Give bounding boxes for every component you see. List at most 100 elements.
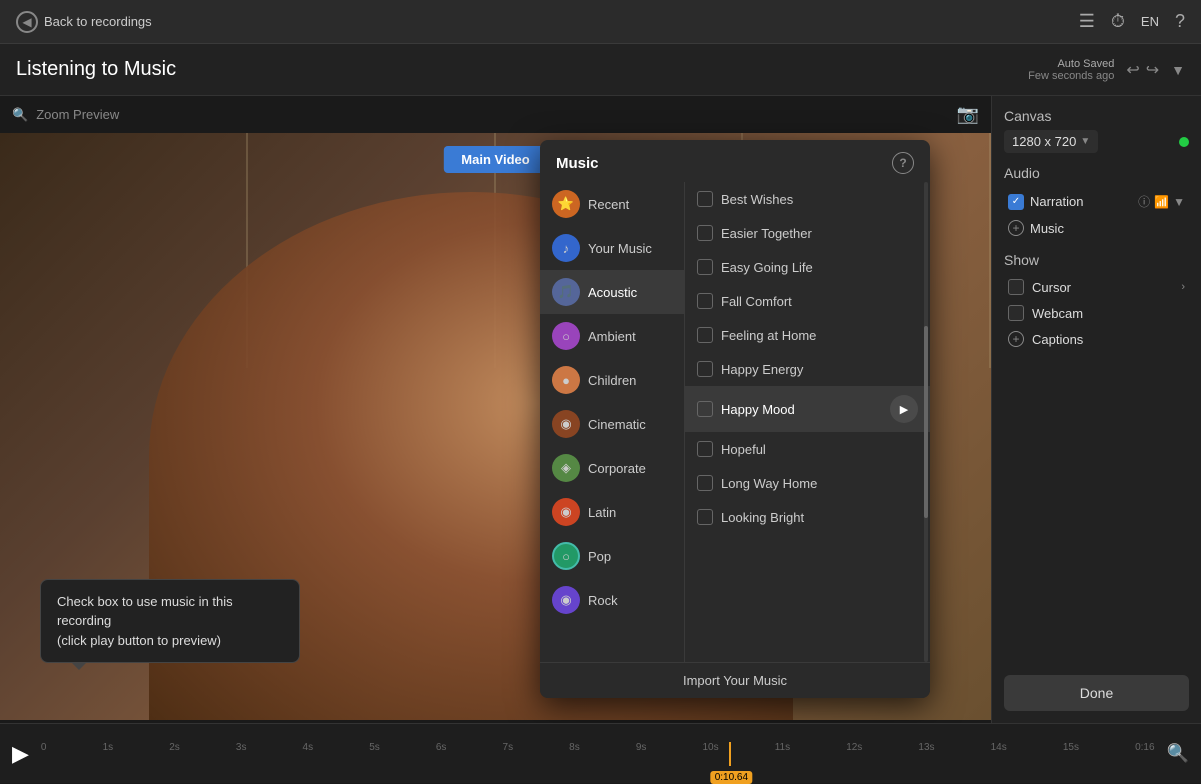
track-label-happy-mood: Happy Mood [721, 402, 795, 417]
music-columns: ⭐ Recent ♪ Your Music 🎵 Acoustic ○ Ambie… [540, 182, 930, 662]
category-item-latin[interactable]: ◉ Latin [540, 490, 684, 534]
auto-saved-subtitle: Few seconds ago [1028, 70, 1114, 82]
category-item-pop[interactable]: ○ Pop [540, 534, 684, 578]
captions-add-icon[interactable]: + [1008, 331, 1024, 347]
track-label-easy-going-life: Easy Going Life [721, 260, 813, 275]
category-item-children[interactable]: ● Children [540, 358, 684, 402]
captions-label: Captions [1032, 332, 1083, 347]
timeline-track[interactable]: 0 1s 2s 3s 4s 5s 6s 7s 8s 9s 10s 11s 12s… [41, 742, 1155, 766]
import-music-button[interactable]: Import Your Music [540, 662, 930, 698]
track-checkbox-happy-energy[interactable] [697, 361, 713, 377]
category-item-your-music[interactable]: ♪ Your Music [540, 226, 684, 270]
track-label-fall-comfort: Fall Comfort [721, 294, 792, 309]
cursor-expand-icon[interactable]: › [1181, 281, 1185, 293]
music-help-button[interactable]: ? [892, 152, 914, 174]
category-label-recent: Recent [588, 197, 629, 212]
language-button[interactable]: EN [1141, 14, 1159, 29]
timeline: ▶ 0 1s 2s 3s 4s 5s 6s 7s 8s 9s 10s 11s 1… [0, 723, 1201, 783]
music-panel-header: Music ? [540, 140, 930, 182]
audio-section: Audio ✓ Narration ⓘ 📶 ▼ + Music [1004, 165, 1189, 240]
cursor-checkbox[interactable] [1008, 279, 1024, 295]
right-panel: Canvas 1280 x 720 ▼ Audio ✓ Narration ⓘ … [991, 96, 1201, 723]
track-checkbox-hopeful[interactable] [697, 441, 713, 457]
main-video-tag: Main Video [443, 146, 547, 173]
zoom-preview-bar: 🔍 Zoom Preview 📷 [0, 96, 991, 133]
category-label-cinematic: Cinematic [588, 417, 646, 432]
children-icon: ● [552, 366, 580, 394]
canvas-section: Canvas 1280 x 720 ▼ [1004, 108, 1189, 153]
track-item-long-way-home[interactable]: Long Way Home [685, 466, 930, 500]
music-panel-title: Music [556, 155, 599, 172]
narration-audio-icon[interactable]: 📶 [1154, 195, 1169, 209]
track-item-hopeful[interactable]: Hopeful [685, 432, 930, 466]
canvas-title: Canvas [1004, 108, 1189, 124]
track-checkbox-best-wishes[interactable] [697, 191, 713, 207]
narration-icons: ⓘ 📶 ▼ [1138, 193, 1185, 210]
redo-button[interactable]: ↪ [1146, 60, 1159, 80]
narration-info-icon[interactable]: ⓘ [1138, 193, 1150, 210]
pop-icon: ○ [552, 542, 580, 570]
top-bar-right: ☰ ⏱ EN ? [1079, 11, 1185, 32]
category-item-acoustic[interactable]: 🎵 Acoustic [540, 270, 684, 314]
expand-button[interactable]: ▼ [1171, 62, 1185, 78]
help-icon[interactable]: ? [1175, 11, 1185, 32]
track-item-easy-going-life[interactable]: Easy Going Life [685, 250, 930, 284]
track-checkbox-fall-comfort[interactable] [697, 293, 713, 309]
track-item-best-wishes[interactable]: Best Wishes [685, 182, 930, 216]
screenshot-button[interactable]: 📷 [957, 104, 979, 125]
project-title-input[interactable] [16, 58, 1028, 81]
track-item-easier-together[interactable]: Easier Together [685, 216, 930, 250]
current-time-badge: 0:10.64 [711, 771, 752, 784]
cursor-show-item: Cursor › [1004, 274, 1189, 300]
zoom-preview-label: Zoom Preview [36, 107, 119, 122]
category-item-ambient[interactable]: ○ Ambient [540, 314, 684, 358]
music-add-row: + Music [1004, 216, 1189, 240]
track-item-happy-mood[interactable]: Happy Mood ▶ [685, 386, 930, 432]
canvas-resolution-button[interactable]: 1280 x 720 ▼ [1004, 130, 1098, 153]
history-icon[interactable]: ⏱ [1111, 11, 1125, 32]
show-section: Show Cursor › Webcam + Captions [1004, 252, 1189, 352]
track-play-button-happy-mood[interactable]: ▶ [890, 395, 918, 423]
category-label-your-music: Your Music [588, 241, 652, 256]
track-checkbox-long-way-home[interactable] [697, 475, 713, 491]
auto-saved-title: Auto Saved [1028, 58, 1114, 70]
done-button[interactable]: Done [1004, 675, 1189, 711]
narration-expand-icon[interactable]: ▼ [1173, 195, 1185, 209]
track-label-easier-together: Easier Together [721, 226, 812, 241]
mark-end: 0:16 [1135, 742, 1154, 753]
cinematic-icon: ◉ [552, 410, 580, 438]
cursor-label: Cursor [1032, 280, 1071, 295]
undo-button[interactable]: ↩ [1126, 60, 1139, 80]
track-checkbox-happy-mood[interactable] [697, 401, 713, 417]
category-item-cinematic[interactable]: ◉ Cinematic [540, 402, 684, 446]
category-item-rock[interactable]: ◉ Rock [540, 578, 684, 622]
track-checkbox-feeling-at-home[interactable] [697, 327, 713, 343]
track-item-fall-comfort[interactable]: Fall Comfort [685, 284, 930, 318]
narration-checkbox[interactable]: ✓ [1008, 194, 1024, 210]
music-add-label[interactable]: Music [1030, 221, 1064, 236]
corporate-icon: ◈ [552, 454, 580, 482]
acoustic-icon: 🎵 [552, 278, 580, 306]
settings-icon[interactable]: ☰ [1079, 11, 1095, 32]
top-bar: ◀ Back to recordings ☰ ⏱ EN ? [0, 0, 1201, 44]
title-bar-right: Auto Saved Few seconds ago ↩ ↪ ▼ [1028, 58, 1185, 82]
back-button[interactable]: ◀ Back to recordings [16, 11, 152, 33]
category-item-recent[interactable]: ⭐ Recent [540, 182, 684, 226]
narration-label: Narration [1030, 194, 1132, 209]
category-label-latin: Latin [588, 505, 616, 520]
back-label: Back to recordings [44, 14, 152, 29]
track-item-feeling-at-home[interactable]: Feeling at Home [685, 318, 930, 352]
music-add-icon[interactable]: + [1008, 220, 1024, 236]
webcam-checkbox[interactable] [1008, 305, 1024, 321]
track-checkbox-looking-bright[interactable] [697, 509, 713, 525]
play-button[interactable]: ▶ [12, 741, 29, 767]
category-item-corporate[interactable]: ◈ Corporate [540, 446, 684, 490]
track-item-happy-energy[interactable]: Happy Energy [685, 352, 930, 386]
scroll-thumb [924, 326, 928, 518]
track-checkbox-easy-going-life[interactable] [697, 259, 713, 275]
track-item-looking-bright[interactable]: Looking Bright [685, 500, 930, 534]
track-checkbox-easier-together[interactable] [697, 225, 713, 241]
webcam-show-item: Webcam [1004, 300, 1189, 326]
timeline-search-icon[interactable]: 🔍 [1167, 743, 1189, 764]
category-label-rock: Rock [588, 593, 618, 608]
